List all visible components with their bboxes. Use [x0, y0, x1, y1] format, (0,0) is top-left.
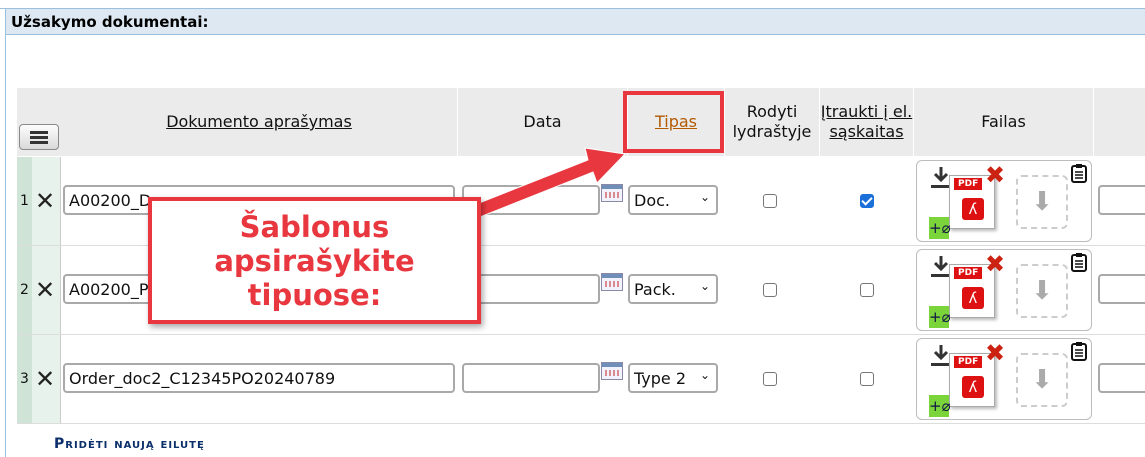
attach-icon[interactable]: +⌀	[929, 217, 951, 239]
clipboard-icon[interactable]	[1071, 163, 1087, 183]
type-select[interactable]: Type 2 ⌄	[628, 363, 718, 393]
col-header-file: Failas	[914, 88, 1094, 156]
row-actions: ✕	[32, 157, 61, 245]
remove-file-icon[interactable]: ✖	[985, 252, 1005, 276]
callout-box: Šablonus apsirašykite tipuose:	[148, 197, 481, 324]
row-number: 2	[17, 246, 32, 334]
top-border	[0, 0, 1145, 9]
type-select[interactable]: Doc. ⌄	[628, 185, 718, 215]
calendar-icon[interactable]	[601, 184, 623, 202]
type-header-highlight	[623, 91, 724, 153]
chevron-down-icon: ⌄	[699, 279, 710, 293]
calendar-icon[interactable]	[601, 273, 623, 291]
show-in-delivery-note-checkbox[interactable]	[763, 372, 777, 386]
date-input[interactable]	[462, 363, 600, 393]
download-icon[interactable]	[931, 167, 951, 189]
row-number: 1	[17, 157, 32, 245]
clipboard-icon[interactable]	[1071, 252, 1087, 272]
type-select[interactable]: Pack. ⌄	[628, 274, 718, 304]
upload-drop-icon[interactable]: ⬇	[1016, 264, 1068, 318]
col-header-date: Data	[458, 88, 628, 156]
clipboard-icon[interactable]	[1071, 341, 1087, 361]
col-header-include-in-invoice[interactable]: Įtraukti į el. sąskaitas	[820, 88, 914, 156]
file-widget: PDF ʎ ✖ +⌀ ⬇	[916, 249, 1092, 331]
include-in-invoice-checkbox[interactable]	[860, 283, 874, 297]
row-actions: ✕	[32, 246, 61, 334]
col-header-extra	[1094, 88, 1145, 156]
section-title: Užsakymo dokumentai:	[11, 13, 209, 31]
attach-icon[interactable]: +⌀	[929, 395, 951, 417]
calendar-icon[interactable]	[601, 362, 623, 380]
add-row-link[interactable]: Pridėti naują eilutę	[54, 436, 205, 452]
upload-drop-icon[interactable]: ⬇	[1016, 175, 1068, 229]
description-input[interactable]: Order_doc2_C12345PO20240789	[63, 363, 455, 393]
upload-drop-icon[interactable]: ⬇	[1016, 353, 1068, 407]
row-actions: ✕	[32, 335, 61, 423]
download-icon[interactable]	[931, 256, 951, 278]
remove-file-icon[interactable]: ✖	[985, 341, 1005, 365]
show-in-delivery-note-checkbox[interactable]	[763, 194, 777, 208]
download-icon[interactable]	[931, 345, 951, 367]
chevron-down-icon: ⌄	[699, 368, 710, 382]
section-header: Užsakymo dokumentai:	[5, 9, 1145, 35]
file-widget: PDF ʎ ✖ +⌀ ⬇	[916, 338, 1092, 420]
col-header-description[interactable]: Dokumento aprašymas	[61, 88, 458, 156]
menu-icon[interactable]	[19, 124, 59, 150]
include-in-invoice-checkbox[interactable]	[860, 372, 874, 386]
date-input[interactable]	[462, 185, 600, 215]
extra-input[interactable]	[1098, 274, 1145, 304]
show-in-delivery-note-checkbox[interactable]	[763, 283, 777, 297]
table-row: 3 ✕ Order_doc2_C12345PO20240789 Type 2 ⌄ …	[17, 335, 1145, 424]
file-widget: PDF ʎ ✖ +⌀ ⬇	[916, 160, 1092, 242]
row-number: 3	[17, 335, 32, 423]
extra-input[interactable]	[1098, 185, 1145, 215]
delete-row-icon[interactable]: ✕	[35, 189, 55, 213]
include-in-invoice-checkbox[interactable]	[860, 194, 874, 208]
delete-row-icon[interactable]: ✕	[35, 367, 55, 391]
col-header-show-in-delivery-note: Rodyti lydraštyje	[725, 88, 820, 156]
delete-row-icon[interactable]: ✕	[35, 278, 55, 302]
date-input[interactable]	[462, 274, 600, 304]
attach-icon[interactable]: +⌀	[929, 306, 951, 328]
remove-file-icon[interactable]: ✖	[985, 163, 1005, 187]
chevron-down-icon: ⌄	[699, 190, 710, 204]
callout-text: Šablonus apsirašykite tipuose:	[214, 209, 415, 312]
extra-input[interactable]	[1098, 363, 1145, 393]
